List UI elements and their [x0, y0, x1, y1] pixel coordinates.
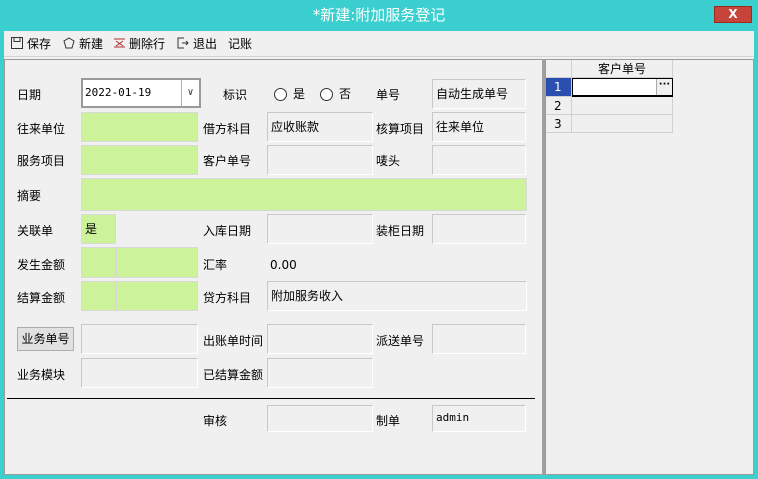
title-bar: *新建:附加服务登记 X	[0, 0, 758, 31]
post-label: 记账	[228, 37, 253, 51]
flag-no-label: 否	[339, 87, 352, 101]
separator-line	[7, 398, 535, 399]
date-label: 日期	[17, 88, 42, 102]
inbound-date-label: 入库日期	[203, 224, 252, 238]
flag-yes-radio[interactable]	[274, 88, 287, 101]
mark-label: 唛头	[376, 154, 401, 168]
exit-button[interactable]: 退出	[176, 35, 217, 53]
flag-label: 标识	[223, 88, 248, 102]
debit-field[interactable]: 应收账款	[267, 112, 373, 142]
grid-header-customer-no[interactable]: 客户单号	[572, 60, 673, 78]
loading-date-field[interactable]	[432, 214, 526, 244]
toolbar: 保存 新建 删除行 退出 记账	[4, 31, 754, 57]
delete-row-label: 删除行	[129, 37, 166, 51]
business-module-label: 业务模块	[17, 368, 66, 382]
post-button[interactable]: 记账	[228, 35, 252, 53]
window-title: *新建:附加服务登记	[312, 6, 446, 24]
delete-row-icon	[112, 37, 126, 51]
save-label: 保存	[27, 37, 52, 51]
dispatch-no-field[interactable]	[432, 324, 526, 354]
grid-cell[interactable]	[572, 97, 673, 115]
ellipsis-icon[interactable]: ···	[656, 79, 672, 95]
amount-label: 发生金额	[17, 258, 66, 272]
order-no-label: 单号	[376, 88, 401, 102]
grid-row-header[interactable]: 1	[546, 78, 572, 97]
delete-row-button[interactable]: 删除行	[112, 35, 165, 53]
settle-amount-field[interactable]	[116, 281, 198, 311]
exit-label: 退出	[193, 37, 218, 51]
date-picker[interactable]: 2022-01-19 ∨	[81, 78, 201, 108]
flag-yes-label: 是	[293, 87, 306, 101]
business-no-field[interactable]	[81, 324, 198, 354]
credit-field[interactable]: 附加服务收入	[267, 281, 527, 311]
mark-field[interactable]	[432, 145, 526, 175]
audit-label: 审核	[203, 414, 228, 428]
amount-field[interactable]	[116, 247, 198, 278]
save-icon	[10, 37, 24, 51]
grid-corner	[546, 60, 572, 78]
close-button[interactable]: X	[714, 6, 752, 23]
loading-date-label: 装柜日期	[376, 224, 425, 238]
date-value: 2022-01-19	[85, 86, 152, 99]
customer-no-grid: 客户单号 1 ··· 2 3	[545, 59, 754, 475]
settle-amount-label: 结算金额	[17, 291, 66, 305]
grid-row-header[interactable]: 3	[546, 115, 572, 133]
new-button[interactable]: 新建	[62, 35, 103, 53]
accounting-item-label: 核算项目	[376, 122, 425, 136]
grid-cell[interactable]	[572, 115, 673, 133]
form-panel: 日期 2022-01-19 ∨ 标识 是 否 单号 自动生成单号 往来单位 借方…	[4, 59, 542, 475]
grid-cell-edit[interactable]: ···	[572, 78, 673, 97]
business-module-field[interactable]	[81, 358, 198, 388]
related-label: 关联单	[17, 224, 54, 238]
exchange-label: 汇率	[203, 258, 228, 272]
service-item-label: 服务项目	[17, 154, 66, 168]
partner-label: 往来单位	[17, 122, 66, 136]
exchange-value: 0.00	[270, 258, 297, 272]
settle-currency-field[interactable]	[81, 281, 116, 311]
maker-label: 制单	[376, 414, 401, 428]
settled-amount-field[interactable]	[267, 358, 373, 388]
credit-label: 贷方科目	[203, 291, 252, 305]
grid-row-header[interactable]: 2	[546, 97, 572, 115]
new-label: 新建	[79, 37, 104, 51]
flag-no-radio[interactable]	[320, 88, 333, 101]
maker-field[interactable]: admin	[432, 405, 526, 432]
billing-time-field[interactable]	[267, 324, 373, 354]
accounting-item-field[interactable]: 往来单位	[432, 112, 526, 142]
customer-no-label: 客户单号	[203, 154, 252, 168]
window-body: 保存 新建 删除行 退出 记账 日期 2022-01-19 ∨ 标识 是 否 单…	[4, 31, 754, 475]
business-no-button[interactable]: 业务单号	[17, 327, 74, 351]
service-item-field[interactable]	[81, 145, 198, 175]
order-no-field[interactable]: 自动生成单号	[432, 79, 526, 109]
summary-field[interactable]	[81, 178, 527, 211]
partner-field[interactable]	[81, 112, 198, 142]
related-field[interactable]: 是	[81, 214, 116, 244]
summary-label: 摘要	[17, 189, 42, 203]
billing-time-label: 出账单时间	[203, 334, 264, 348]
settled-amount-label: 已结算金额	[203, 368, 264, 382]
new-icon	[62, 37, 76, 51]
dispatch-no-label: 派送单号	[376, 334, 425, 348]
debit-label: 借方科目	[203, 122, 252, 136]
exit-icon	[176, 37, 190, 51]
audit-field[interactable]	[267, 405, 373, 432]
save-button[interactable]: 保存	[10, 35, 51, 53]
amount-currency-field[interactable]	[81, 247, 116, 278]
inbound-date-field[interactable]	[267, 214, 373, 244]
chevron-down-icon[interactable]: ∨	[181, 80, 199, 106]
customer-no-field[interactable]	[267, 145, 373, 175]
